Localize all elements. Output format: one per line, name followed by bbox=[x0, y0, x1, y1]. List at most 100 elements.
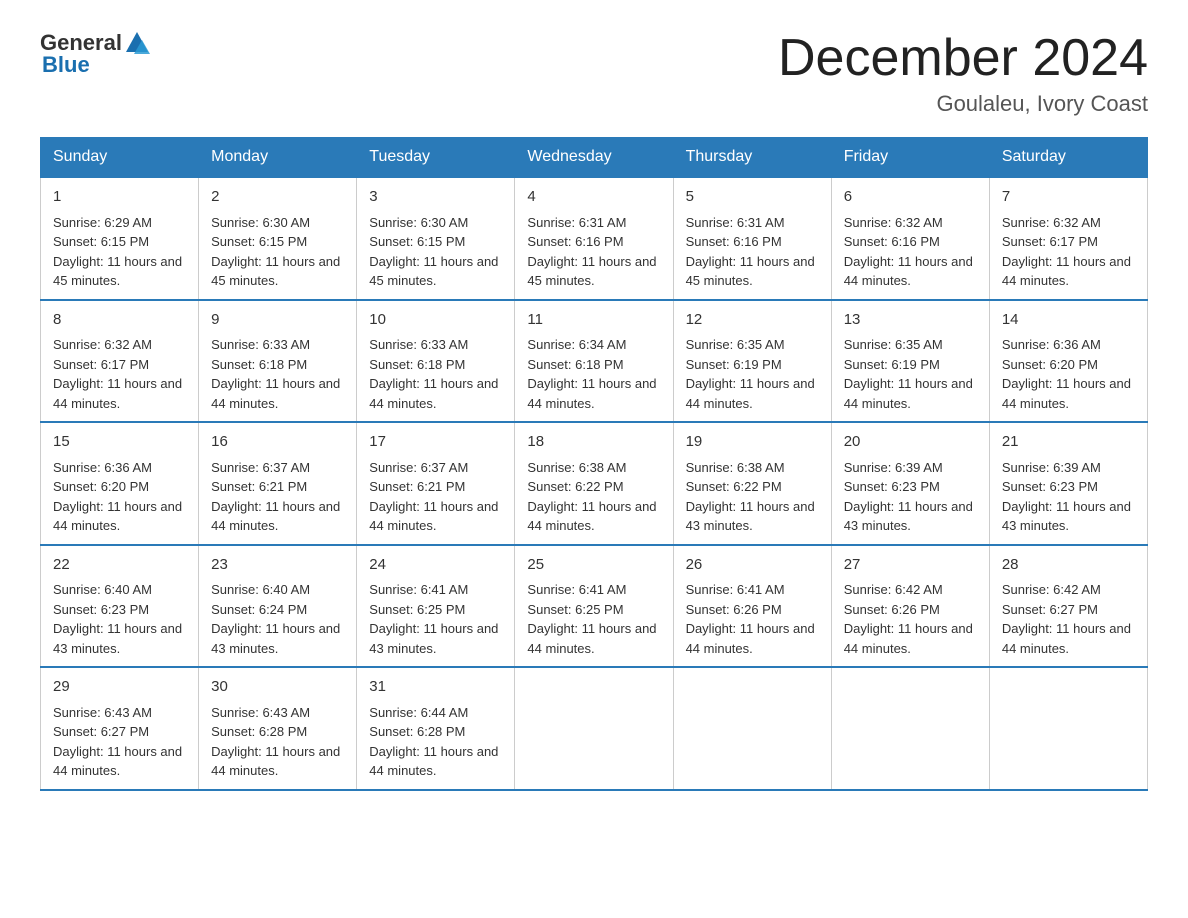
day-number: 31 bbox=[369, 676, 502, 699]
day-number: 16 bbox=[211, 431, 344, 454]
calendar-day-empty bbox=[831, 667, 989, 790]
calendar-table: SundayMondayTuesdayWednesdayThursdayFrid… bbox=[40, 137, 1148, 791]
day-info: Sunrise: 6:35 AMSunset: 6:19 PMDaylight:… bbox=[844, 337, 973, 411]
header-sunday: Sunday bbox=[41, 138, 199, 178]
day-number: 17 bbox=[369, 431, 502, 454]
header-saturday: Saturday bbox=[989, 138, 1147, 178]
day-number: 9 bbox=[211, 309, 344, 332]
calendar-day-4: 4 Sunrise: 6:31 AMSunset: 6:16 PMDaylight… bbox=[515, 177, 673, 300]
day-info: Sunrise: 6:29 AMSunset: 6:15 PMDaylight:… bbox=[53, 215, 182, 289]
day-info: Sunrise: 6:32 AMSunset: 6:17 PMDaylight:… bbox=[53, 337, 182, 411]
calendar-day-30: 30 Sunrise: 6:43 AMSunset: 6:28 PMDayligh… bbox=[199, 667, 357, 790]
header-friday: Friday bbox=[831, 138, 989, 178]
day-number: 3 bbox=[369, 186, 502, 209]
day-info: Sunrise: 6:41 AMSunset: 6:25 PMDaylight:… bbox=[527, 582, 656, 656]
calendar-day-16: 16 Sunrise: 6:37 AMSunset: 6:21 PMDayligh… bbox=[199, 422, 357, 545]
calendar-day-26: 26 Sunrise: 6:41 AMSunset: 6:26 PMDayligh… bbox=[673, 545, 831, 668]
day-info: Sunrise: 6:37 AMSunset: 6:21 PMDaylight:… bbox=[211, 460, 340, 534]
calendar-day-2: 2 Sunrise: 6:30 AMSunset: 6:15 PMDaylight… bbox=[199, 177, 357, 300]
day-number: 18 bbox=[527, 431, 660, 454]
day-info: Sunrise: 6:30 AMSunset: 6:15 PMDaylight:… bbox=[211, 215, 340, 289]
calendar-week-1: 1 Sunrise: 6:29 AMSunset: 6:15 PMDaylight… bbox=[41, 177, 1148, 300]
logo: General Blue bbox=[40, 30, 150, 78]
day-number: 30 bbox=[211, 676, 344, 699]
calendar-day-31: 31 Sunrise: 6:44 AMSunset: 6:28 PMDayligh… bbox=[357, 667, 515, 790]
day-info: Sunrise: 6:43 AMSunset: 6:28 PMDaylight:… bbox=[211, 705, 340, 779]
day-number: 1 bbox=[53, 186, 186, 209]
calendar-day-13: 13Sunrise: 6:35 AMSunset: 6:19 PMDayligh… bbox=[831, 300, 989, 423]
calendar-day-24: 24 Sunrise: 6:41 AMSunset: 6:25 PMDayligh… bbox=[357, 545, 515, 668]
calendar-day-8: 8 Sunrise: 6:32 AMSunset: 6:17 PMDaylight… bbox=[41, 300, 199, 423]
calendar-day-11: 11 Sunrise: 6:34 AMSunset: 6:18 PMDayligh… bbox=[515, 300, 673, 423]
day-info: Sunrise: 6:37 AMSunset: 6:21 PMDaylight:… bbox=[369, 460, 498, 534]
day-info: Sunrise: 6:38 AMSunset: 6:22 PMDaylight:… bbox=[686, 460, 815, 534]
calendar-day-19: 19 Sunrise: 6:38 AMSunset: 6:22 PMDayligh… bbox=[673, 422, 831, 545]
day-info: Sunrise: 6:42 AMSunset: 6:27 PMDaylight:… bbox=[1002, 582, 1131, 656]
day-info: Sunrise: 6:35 AMSunset: 6:19 PMDaylight:… bbox=[686, 337, 815, 411]
day-number: 2 bbox=[211, 186, 344, 209]
page-header: General Blue December 2024 Goulaleu, Ivo… bbox=[40, 30, 1148, 117]
calendar-day-1: 1 Sunrise: 6:29 AMSunset: 6:15 PMDaylight… bbox=[41, 177, 199, 300]
day-number: 29 bbox=[53, 676, 186, 699]
calendar-day-14: 14Sunrise: 6:36 AMSunset: 6:20 PMDayligh… bbox=[989, 300, 1147, 423]
day-number: 7 bbox=[1002, 186, 1135, 209]
day-number: 10 bbox=[369, 309, 502, 332]
calendar-day-10: 10 Sunrise: 6:33 AMSunset: 6:18 PMDayligh… bbox=[357, 300, 515, 423]
day-info: Sunrise: 6:33 AMSunset: 6:18 PMDaylight:… bbox=[211, 337, 340, 411]
header-thursday: Thursday bbox=[673, 138, 831, 178]
calendar-day-15: 15 Sunrise: 6:36 AMSunset: 6:20 PMDayligh… bbox=[41, 422, 199, 545]
header-wednesday: Wednesday bbox=[515, 138, 673, 178]
day-number: 15 bbox=[53, 431, 186, 454]
calendar-day-12: 12 Sunrise: 6:35 AMSunset: 6:19 PMDayligh… bbox=[673, 300, 831, 423]
day-number: 4 bbox=[527, 186, 660, 209]
day-number: 8 bbox=[53, 309, 186, 332]
calendar-week-4: 22Sunrise: 6:40 AMSunset: 6:23 PMDayligh… bbox=[41, 545, 1148, 668]
calendar-day-21: 21Sunrise: 6:39 AMSunset: 6:23 PMDayligh… bbox=[989, 422, 1147, 545]
day-info: Sunrise: 6:44 AMSunset: 6:28 PMDaylight:… bbox=[369, 705, 498, 779]
day-number: 27 bbox=[844, 554, 977, 577]
logo-icon bbox=[124, 30, 150, 56]
calendar-day-9: 9 Sunrise: 6:33 AMSunset: 6:18 PMDaylight… bbox=[199, 300, 357, 423]
day-number: 5 bbox=[686, 186, 819, 209]
day-number: 20 bbox=[844, 431, 977, 454]
calendar-day-23: 23 Sunrise: 6:40 AMSunset: 6:24 PMDayligh… bbox=[199, 545, 357, 668]
calendar-header-row: SundayMondayTuesdayWednesdayThursdayFrid… bbox=[41, 138, 1148, 178]
day-number: 26 bbox=[686, 554, 819, 577]
day-number: 19 bbox=[686, 431, 819, 454]
header-tuesday: Tuesday bbox=[357, 138, 515, 178]
header-monday: Monday bbox=[199, 138, 357, 178]
calendar-day-7: 7Sunrise: 6:32 AMSunset: 6:17 PMDaylight… bbox=[989, 177, 1147, 300]
calendar-week-5: 29Sunrise: 6:43 AMSunset: 6:27 PMDayligh… bbox=[41, 667, 1148, 790]
day-number: 11 bbox=[527, 309, 660, 332]
day-info: Sunrise: 6:41 AMSunset: 6:26 PMDaylight:… bbox=[686, 582, 815, 656]
day-info: Sunrise: 6:34 AMSunset: 6:18 PMDaylight:… bbox=[527, 337, 656, 411]
calendar-day-18: 18 Sunrise: 6:38 AMSunset: 6:22 PMDayligh… bbox=[515, 422, 673, 545]
calendar-day-20: 20 Sunrise: 6:39 AMSunset: 6:23 PMDayligh… bbox=[831, 422, 989, 545]
day-number: 21 bbox=[1002, 431, 1135, 454]
day-info: Sunrise: 6:36 AMSunset: 6:20 PMDaylight:… bbox=[53, 460, 182, 534]
day-number: 12 bbox=[686, 309, 819, 332]
day-number: 23 bbox=[211, 554, 344, 577]
calendar-day-25: 25Sunrise: 6:41 AMSunset: 6:25 PMDayligh… bbox=[515, 545, 673, 668]
day-info: Sunrise: 6:31 AMSunset: 6:16 PMDaylight:… bbox=[686, 215, 815, 289]
day-number: 14 bbox=[1002, 309, 1135, 332]
calendar-day-5: 5 Sunrise: 6:31 AMSunset: 6:16 PMDaylight… bbox=[673, 177, 831, 300]
day-number: 24 bbox=[369, 554, 502, 577]
day-info: Sunrise: 6:39 AMSunset: 6:23 PMDaylight:… bbox=[844, 460, 973, 534]
calendar-day-3: 3 Sunrise: 6:30 AMSunset: 6:15 PMDaylight… bbox=[357, 177, 515, 300]
day-info: Sunrise: 6:31 AMSunset: 6:16 PMDaylight:… bbox=[527, 215, 656, 289]
calendar-day-29: 29Sunrise: 6:43 AMSunset: 6:27 PMDayligh… bbox=[41, 667, 199, 790]
day-info: Sunrise: 6:33 AMSunset: 6:18 PMDaylight:… bbox=[369, 337, 498, 411]
logo-blue: Blue bbox=[42, 52, 90, 78]
day-info: Sunrise: 6:32 AMSunset: 6:16 PMDaylight:… bbox=[844, 215, 973, 289]
calendar-day-empty bbox=[673, 667, 831, 790]
day-info: Sunrise: 6:30 AMSunset: 6:15 PMDaylight:… bbox=[369, 215, 498, 289]
calendar-day-17: 17 Sunrise: 6:37 AMSunset: 6:21 PMDayligh… bbox=[357, 422, 515, 545]
day-info: Sunrise: 6:38 AMSunset: 6:22 PMDaylight:… bbox=[527, 460, 656, 534]
day-info: Sunrise: 6:42 AMSunset: 6:26 PMDaylight:… bbox=[844, 582, 973, 656]
title-section: December 2024 Goulaleu, Ivory Coast bbox=[778, 30, 1148, 117]
month-title: December 2024 bbox=[778, 30, 1148, 87]
day-info: Sunrise: 6:41 AMSunset: 6:25 PMDaylight:… bbox=[369, 582, 498, 656]
day-info: Sunrise: 6:40 AMSunset: 6:24 PMDaylight:… bbox=[211, 582, 340, 656]
calendar-day-empty bbox=[989, 667, 1147, 790]
